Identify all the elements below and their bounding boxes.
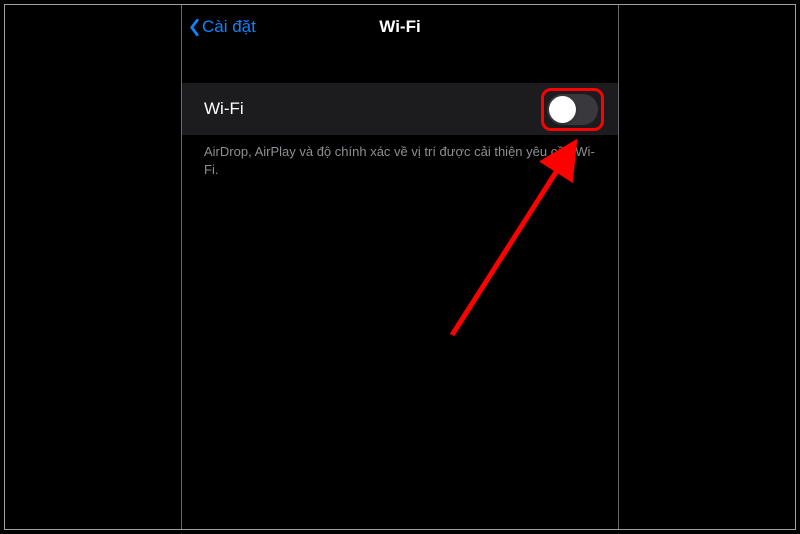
toggle-knob (549, 96, 576, 123)
wifi-description: AirDrop, AirPlay và độ chính xác về vị t… (182, 135, 618, 186)
page-title: Wi-Fi (379, 17, 420, 37)
annotation-highlight (541, 88, 604, 131)
wifi-row: Wi-Fi (182, 83, 618, 135)
back-label: Cài đặt (202, 17, 256, 37)
wifi-row-label: Wi-Fi (204, 99, 244, 119)
phone-screen: Cài đặt Wi-Fi Wi-Fi AirDrop, AirPlay và … (181, 5, 619, 529)
settings-section: Wi-Fi AirDrop, AirPlay và độ chính xác v… (182, 83, 618, 186)
nav-bar: Cài đặt Wi-Fi (182, 5, 618, 49)
chevron-left-icon (188, 17, 200, 37)
wifi-toggle[interactable] (547, 94, 598, 125)
back-button[interactable]: Cài đặt (188, 17, 256, 37)
